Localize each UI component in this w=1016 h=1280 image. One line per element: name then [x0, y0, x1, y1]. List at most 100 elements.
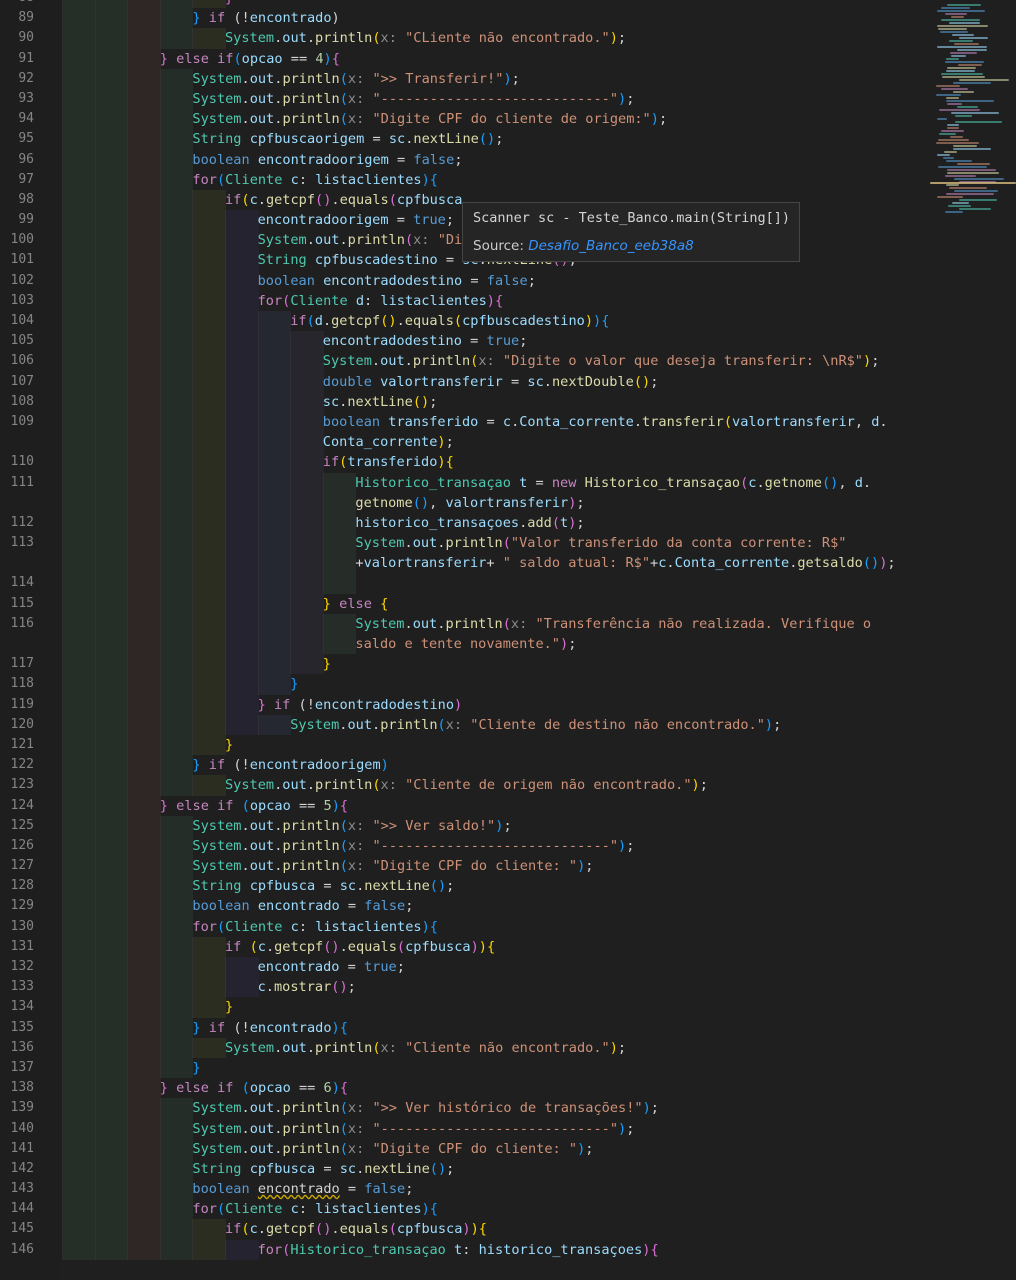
code-text: }: [225, 0, 233, 8]
indent-guide: [257, 432, 292, 453]
code-token: .: [241, 90, 250, 107]
code-token: ;: [519, 333, 528, 350]
indent-guide: [192, 654, 226, 675]
code-line[interactable]: 89} if (!encontrado): [0, 8, 1016, 29]
code-line[interactable]: 131 if (c.getcpf().equals(cpfbusca)){: [0, 936, 1016, 957]
code-line[interactable]: 146 for(Historico_transaçao t: historico_…: [0, 1239, 1016, 1260]
code-line[interactable]: 144 for(Cliente c: listaclientes){: [0, 1199, 1016, 1220]
indent-guide: [192, 270, 226, 291]
code-line[interactable]: 133 c.mostrar();: [0, 977, 1016, 998]
hover-source-link[interactable]: Desafio_Banco_eeb38a8: [528, 238, 693, 254]
indent-guide: [225, 331, 259, 352]
code-line[interactable]: 103 for(Cliente d: listaclientes){: [0, 290, 1016, 311]
code-token: boolean: [322, 413, 389, 430]
code-line[interactable]: 97 for(Cliente c: listaclientes){: [0, 169, 1016, 190]
code-line[interactable]: 145 if(c.getcpf().equals(cpfbusca)){: [0, 1219, 1016, 1240]
code-line[interactable]: 120 System.out.println(x: "Cliente de des…: [0, 714, 1016, 735]
code-line[interactable]: 143 boolean encontrado = false;: [0, 1179, 1016, 1200]
indent-guide: [127, 714, 161, 735]
code-line[interactable]: 128 String cpfbusca = sc.nextLine();: [0, 876, 1016, 897]
code-line[interactable]: 107 double valortransferir = sc.nextDoubl…: [0, 371, 1016, 392]
code-line[interactable]: 125 System.out.println(x: ">> Ver saldo!"…: [0, 815, 1016, 836]
code-line[interactable]: 116 System.out.println(x: "Transferência …: [0, 613, 1016, 634]
code-line[interactable]: 90 System.out.println(x: "CLiente não enc…: [0, 28, 1016, 49]
minimap[interactable]: [930, 0, 1016, 230]
code-line[interactable]: 91} else if(opcao == 4){: [0, 48, 1016, 69]
indent-guide: [94, 835, 129, 857]
code-line[interactable]: 95 String cpfbuscaorigem = sc.nextLine();: [0, 129, 1016, 150]
code-line[interactable]: 88}: [0, 0, 1016, 9]
code-token: .: [404, 535, 413, 552]
indent-guide: [225, 411, 259, 433]
code-line[interactable]: 113 System.out.println("Valor transferido…: [0, 533, 1016, 554]
minimap-line: [955, 115, 972, 117]
code-text: } if (!encontradoorigem): [192, 755, 388, 775]
code-line[interactable]: 129 boolean encontrado = false;: [0, 896, 1016, 917]
indent-guide: [290, 512, 324, 534]
code-line[interactable]: 102 boolean encontradodestino = false;: [0, 270, 1016, 291]
code-line[interactable]: 123 System.out.println(x: "Cliente de ori…: [0, 775, 1016, 796]
code-line[interactable]: 135} if (!encontrado){: [0, 1017, 1016, 1038]
indent-guide: [290, 634, 324, 655]
code-line[interactable]: 141 System.out.println(x: "Digite CPF do …: [0, 1138, 1016, 1159]
code-line[interactable]: 111 Historico_transaçao t = new Historico…: [0, 472, 1016, 493]
code-line[interactable]: 137}: [0, 1057, 1016, 1079]
code-line[interactable]: 130 for(Cliente c: listaclientes){: [0, 916, 1016, 937]
code-line[interactable]: 114: [0, 573, 1016, 594]
code-line[interactable]: 118}: [0, 674, 1016, 695]
code-line[interactable]: 119} if (!encontradodestino): [0, 694, 1016, 715]
code-line[interactable]: 92 System.out.println(x: ">> Transferir!"…: [0, 68, 1016, 89]
code-line[interactable]: 132 encontrado = true;: [0, 957, 1016, 978]
code-line[interactable]: 134}: [0, 997, 1016, 1018]
indent-guide: [192, 714, 226, 735]
line-number: 112: [10, 514, 34, 530]
code-line[interactable]: 124} else if (opcao == 5){: [0, 795, 1016, 816]
code-text: }: [225, 997, 233, 1017]
code-token: ): [421, 918, 430, 935]
code-line[interactable]: 94 System.out.println(x: "Digite CPF do c…: [0, 109, 1016, 130]
code-line[interactable]: getnome(), valortransferir);: [0, 492, 1016, 513]
code-line[interactable]: 96 boolean encontradoorigem = false;: [0, 149, 1016, 170]
code-token: encontrado: [257, 959, 340, 975]
code-line[interactable]: 126 System.out.println(x: "--------------…: [0, 835, 1016, 857]
code-line[interactable]: 110 if(transferido){: [0, 452, 1016, 473]
code-token: x:: [347, 90, 373, 107]
code-line[interactable]: 121}: [0, 734, 1016, 756]
indent-guide: [127, 391, 161, 412]
code-lines[interactable]: 88}89} if (!encontrado)90System.out.prin…: [0, 0, 1016, 1260]
code-line[interactable]: 109 boolean transferido = c.Conta_corrent…: [0, 411, 1016, 433]
code-line[interactable]: +valortransferir+ " saldo atual: R$"+c.C…: [0, 553, 1016, 574]
code-token: transferido: [388, 413, 479, 430]
code-line[interactable]: 138} else if (opcao == 6){: [0, 1078, 1016, 1099]
code-line[interactable]: 105 encontradodestino = true;: [0, 331, 1016, 352]
code-token: {: [650, 1241, 659, 1258]
code-line[interactable]: saldo e tente novamente.");: [0, 634, 1016, 655]
code-line[interactable]: 117}: [0, 654, 1016, 675]
code-line[interactable]: 127 System.out.println(x: "Digite CPF do …: [0, 856, 1016, 877]
code-token: String: [192, 878, 250, 895]
code-line[interactable]: 139 System.out.println(x: ">> Ver históri…: [0, 1098, 1016, 1119]
minimap-line: [955, 121, 1002, 123]
code-text: boolean encontradodestino = false;: [258, 271, 536, 291]
minimap-line: [937, 118, 947, 120]
code-line[interactable]: 142 String cpfbusca = sc.nextLine();: [0, 1158, 1016, 1180]
code-line[interactable]: 93 System.out.println(x: "---------------…: [0, 88, 1016, 110]
code-line[interactable]: 115} else {: [0, 593, 1016, 614]
code-token: ;: [568, 636, 577, 652]
code-line[interactable]: 104 if(d.getcpf().equals(cpfbuscadestino)…: [0, 311, 1016, 332]
code-editor[interactable]: 88}89} if (!encontrado)90System.out.prin…: [0, 0, 1016, 1280]
code-line[interactable]: 122} if (!encontradoorigem): [0, 755, 1016, 776]
code-token: opcao: [249, 797, 291, 814]
code-line[interactable]: Conta_corrente);: [0, 432, 1016, 453]
code-token: System: [355, 615, 405, 632]
code-token: historico_transaçoes: [355, 514, 520, 531]
code-token: "Valor transferido da conta corrente: R$…: [510, 535, 847, 552]
code-line[interactable]: 112 historico_transaçoes.add(t);: [0, 512, 1016, 534]
code-token: x:: [347, 837, 373, 854]
code-line[interactable]: 140 System.out.println(x: "--------------…: [0, 1118, 1016, 1139]
code-token: {: [380, 595, 389, 612]
minimap-line: [946, 70, 975, 72]
code-line[interactable]: 108 sc.nextLine();: [0, 391, 1016, 412]
code-line[interactable]: 106 System.out.println(x: "Digite o valor…: [0, 351, 1016, 372]
code-line[interactable]: 136 System.out.println(x: "Cliente não en…: [0, 1037, 1016, 1058]
